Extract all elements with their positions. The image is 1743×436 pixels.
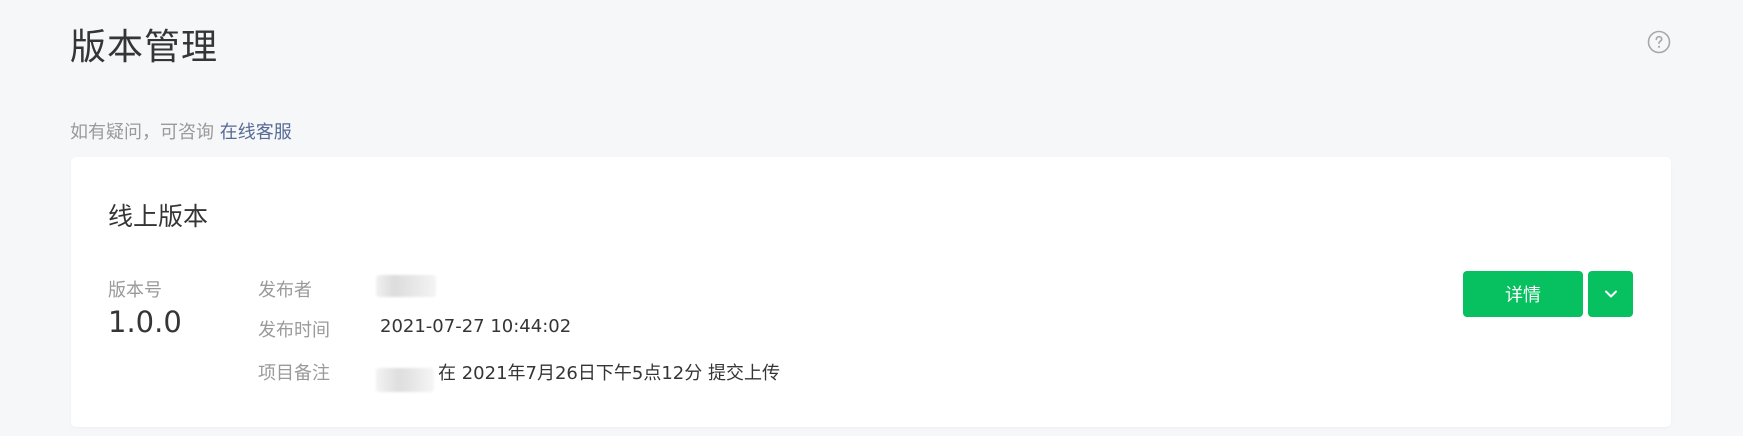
- more-actions-dropdown-button[interactable]: [1588, 271, 1633, 317]
- version-number-label: 版本号: [108, 280, 162, 301]
- publisher-label: 发布者: [258, 280, 312, 301]
- publish-time-label: 发布时间: [258, 320, 330, 341]
- online-support-link[interactable]: 在线客服: [220, 122, 292, 143]
- online-version-card: 线上版本 版本号 1.0.0 发布者 发布时间 2021-07-27 10:44…: [71, 157, 1671, 427]
- version-number-value: 1.0.0: [108, 305, 182, 339]
- publish-time-value: 2021-07-27 10:44:02: [380, 316, 572, 337]
- hint-text: 如有疑问，可咨询: [70, 122, 220, 143]
- remark-value: 在 2021年7月26日下午5点12分 提交上传: [438, 363, 780, 384]
- question-circle-icon[interactable]: [1647, 30, 1671, 54]
- page-title: 版本管理: [70, 27, 219, 68]
- help-hint: 如有疑问，可咨询 在线客服: [70, 118, 292, 144]
- detail-button[interactable]: 详情: [1463, 271, 1583, 317]
- remark-label: 项目备注: [258, 363, 330, 384]
- remark-user-redacted: [376, 368, 434, 392]
- card-title: 线上版本: [108, 202, 209, 231]
- publisher-value-redacted: [376, 275, 436, 297]
- chevron-down-icon: [1604, 290, 1617, 298]
